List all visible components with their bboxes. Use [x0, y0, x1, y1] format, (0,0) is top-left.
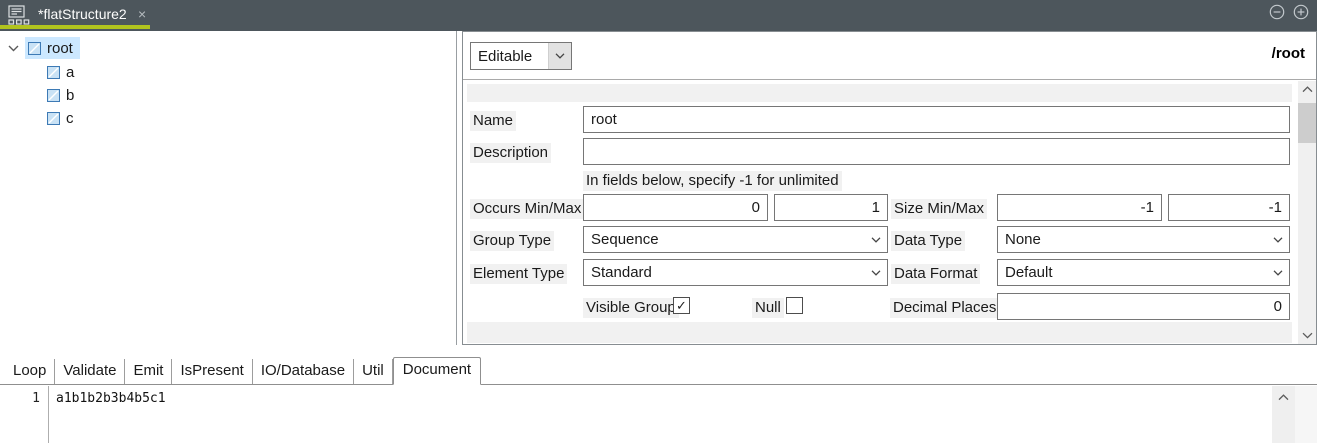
properties-header: Editable /root [463, 32, 1316, 80]
document-tab-title[interactable]: *flatStructure2 [38, 6, 127, 22]
app-window: *flatStructure2 × root [0, 0, 1317, 443]
node-path: /root [1272, 45, 1305, 62]
document-editor[interactable]: 1 a1b1b2b3b4b5c1 [0, 385, 1317, 443]
tree-node-label: c [66, 110, 74, 127]
properties-panel: Editable /root Name Description In field… [462, 31, 1317, 345]
data-format-value: Default [998, 260, 1266, 285]
title-bar: *flatStructure2 × [0, 0, 1317, 31]
tree-node-b[interactable]: b [47, 84, 74, 106]
element-node-icon [47, 112, 60, 125]
size-min-input[interactable] [997, 194, 1162, 221]
chevron-down-icon[interactable] [1298, 327, 1316, 344]
circled-minus-icon[interactable] [1269, 4, 1285, 25]
chevron-down-icon[interactable] [864, 227, 887, 252]
name-input[interactable] [583, 106, 1290, 133]
tree-node-c[interactable]: c [47, 107, 74, 129]
gutter-divider [48, 386, 49, 443]
element-node-icon [47, 89, 60, 102]
size-minmax-label: Size Min/Max [891, 199, 987, 219]
chevron-up-icon[interactable] [1298, 81, 1316, 98]
element-node-icon [47, 66, 60, 79]
group-type-label: Group Type [470, 231, 554, 251]
tab-validate[interactable]: Validate [55, 359, 125, 384]
name-label: Name [470, 111, 516, 131]
data-type-value: None [998, 227, 1266, 252]
null-checkbox[interactable] [786, 297, 803, 314]
tab-ispresent[interactable]: IsPresent [172, 359, 252, 384]
tab-loop[interactable]: Loop [5, 359, 55, 384]
tree-node-a[interactable]: a [47, 61, 74, 83]
decimal-places-label: Decimal Places [890, 298, 999, 318]
chevron-up-icon[interactable] [1272, 389, 1295, 406]
data-format-label: Data Format [891, 264, 980, 284]
scrollbar-thumb[interactable] [1298, 103, 1316, 143]
data-format-dropdown[interactable]: Default [997, 259, 1290, 286]
visible-group-checkbox[interactable] [673, 297, 690, 314]
tree-node-label: root [47, 40, 73, 57]
decimal-places-input[interactable] [997, 293, 1290, 320]
tab-document[interactable]: Document [393, 357, 481, 385]
chevron-down-icon[interactable] [548, 43, 571, 69]
tree-node-label: b [66, 87, 74, 104]
element-type-value: Standard [584, 260, 864, 285]
edit-mode-value: Editable [471, 43, 548, 69]
group-type-value: Sequence [584, 227, 864, 252]
element-type-dropdown[interactable]: Standard [583, 259, 888, 286]
edit-mode-dropdown[interactable]: Editable [470, 42, 572, 70]
bottom-tab-strip: Loop Validate Emit IsPresent IO/Database… [0, 357, 1317, 385]
null-label: Null [752, 298, 784, 318]
form-spacer-band [467, 322, 1292, 343]
selected-node-highlight[interactable]: root [25, 37, 80, 59]
chevron-down-icon[interactable] [1266, 227, 1289, 252]
data-type-label: Data Type [891, 231, 965, 251]
editor-right-margin [1295, 386, 1317, 443]
tree-node-label: a [66, 64, 74, 81]
occurs-minmax-label: Occurs Min/Max [470, 199, 584, 219]
tab-close-icon[interactable]: × [138, 6, 146, 22]
description-input[interactable] [583, 138, 1290, 165]
editor-content[interactable]: a1b1b2b3b4b5c1 [56, 391, 166, 406]
chevron-down-icon[interactable] [8, 45, 19, 52]
element-type-label: Element Type [470, 264, 567, 284]
visible-group-label: Visible Group [583, 298, 679, 318]
chevron-down-icon[interactable] [864, 260, 887, 285]
unlimited-info-text: In fields below, specify -1 for unlimite… [583, 171, 842, 191]
size-max-input[interactable] [1168, 194, 1290, 221]
element-node-icon [28, 42, 41, 55]
occurs-max-input[interactable] [774, 194, 888, 221]
properties-scrollbar[interactable] [1298, 81, 1316, 344]
line-number: 1 [18, 391, 40, 406]
description-label: Description [470, 143, 551, 163]
occurs-min-input[interactable] [583, 194, 768, 221]
chevron-down-icon[interactable] [1266, 260, 1289, 285]
tree-node-root[interactable]: root [8, 37, 80, 59]
data-type-dropdown[interactable]: None [997, 226, 1290, 253]
active-tab-underline [0, 25, 150, 29]
structure-tree-panel: root a b c [0, 31, 457, 345]
group-type-dropdown[interactable]: Sequence [583, 226, 888, 253]
form-spacer-band [467, 84, 1292, 102]
editor-scrollbar[interactable] [1272, 386, 1295, 443]
tab-util[interactable]: Util [354, 359, 393, 384]
tab-emit[interactable]: Emit [125, 359, 172, 384]
tab-io-database[interactable]: IO/Database [253, 359, 354, 384]
circled-plus-icon[interactable] [1293, 4, 1309, 25]
